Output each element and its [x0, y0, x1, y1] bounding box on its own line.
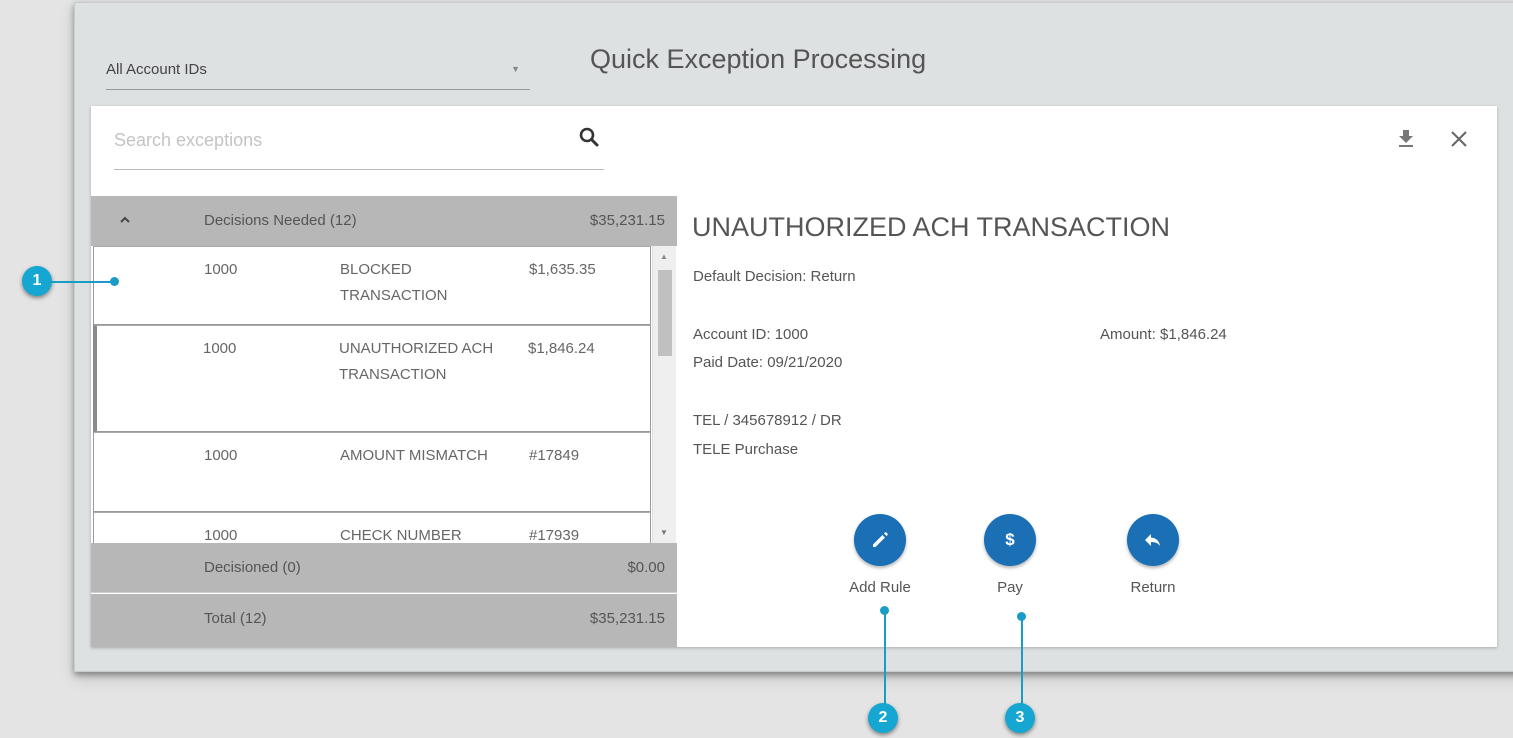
callout-1-line: [50, 281, 114, 283]
list-scrollbar[interactable]: ▲ ▼: [652, 246, 676, 543]
caret-down-icon: ▼: [511, 64, 520, 74]
return-label: Return: [1130, 579, 1176, 596]
reply-icon[interactable]: [1127, 514, 1179, 566]
row-value: #17849: [529, 447, 580, 464]
row-account: 1000: [203, 340, 237, 357]
description-line-1: TEL / 345678912 / DR: [693, 412, 842, 429]
search-icon[interactable]: [578, 126, 600, 153]
account-id-select[interactable]: All Account IDs ▼: [106, 40, 530, 90]
group-decisioned[interactable]: Decisioned (0) $0.00: [91, 543, 677, 593]
group-label: Decisions Needed (12): [204, 212, 357, 229]
row-account: 1000: [204, 261, 238, 278]
group-total: Total (12) $35,231.15: [91, 594, 677, 647]
description-line-2: TELE Purchase: [693, 441, 799, 458]
amount: Amount: $1,846.24: [1100, 326, 1227, 343]
row-type: CHECK NUMBER: [340, 527, 462, 543]
pay-button[interactable]: $ Pay: [970, 514, 1050, 596]
group-amount: $0.00: [627, 559, 665, 576]
download-icon[interactable]: [1397, 129, 1415, 154]
row-type: BLOCKED TRANSACTION: [340, 261, 448, 304]
row-value: $1,635.35: [529, 261, 596, 278]
pay-label: Pay: [997, 579, 1023, 596]
list-item[interactable]: 1000 CHECK NUMBER #17939: [93, 512, 651, 543]
group-label: Total (12): [204, 610, 267, 627]
search-field[interactable]: Search exceptions: [114, 116, 604, 170]
callout-1-dot: [110, 277, 119, 286]
page-title: Quick Exception Processing: [590, 44, 927, 74]
add-rule-label: Add Rule: [849, 579, 911, 596]
group-amount: $35,231.15: [589, 610, 665, 627]
list-item-selected[interactable]: 1000 UNAUTHORIZED ACH TRANSACTION $1,846…: [93, 325, 651, 432]
return-button[interactable]: Return: [1108, 514, 1198, 596]
scroll-down-icon[interactable]: ▼: [660, 528, 668, 537]
callout-2-line: [884, 610, 886, 706]
row-account: 1000: [204, 447, 238, 464]
default-decision: Default Decision: Return: [693, 268, 856, 285]
row-type: AMOUNT MISMATCH: [340, 447, 488, 464]
chevron-up-icon[interactable]: [119, 212, 131, 229]
exception-list: 1000 BLOCKED TRANSACTION $1,635.35 1000 …: [91, 246, 651, 543]
pencil-icon[interactable]: [854, 514, 906, 566]
close-icon[interactable]: [1450, 130, 1468, 153]
row-value: #17939: [529, 527, 580, 543]
scroll-up-icon[interactable]: ▲: [660, 252, 668, 261]
callout-3-line: [1021, 616, 1023, 706]
account-select-value: All Account IDs: [106, 61, 207, 78]
row-type: UNAUTHORIZED ACH TRANSACTION: [339, 340, 494, 383]
group-label: Decisioned (0): [204, 559, 301, 576]
group-decisions-needed[interactable]: Decisions Needed (12) $35,231.15: [91, 196, 677, 246]
detail-title: UNAUTHORIZED ACH TRANSACTION: [692, 212, 1171, 242]
search-input[interactable]: Search exceptions: [114, 130, 262, 151]
add-rule-button[interactable]: Add Rule: [830, 514, 930, 596]
account-id: Account ID: 1000: [693, 326, 809, 343]
list-item[interactable]: 1000 AMOUNT MISMATCH #17849: [93, 432, 651, 512]
dollar-icon[interactable]: $: [984, 514, 1036, 566]
group-amount: $35,231.15: [589, 212, 665, 229]
row-value: $1,846.24: [528, 340, 595, 357]
callout-1: 1: [22, 266, 52, 296]
row-account: 1000: [204, 527, 238, 543]
callout-2: 2: [868, 703, 898, 733]
callout-3: 3: [1005, 703, 1035, 733]
scroll-thumb[interactable]: [658, 270, 672, 356]
paid-date: Paid Date: 09/21/2020: [693, 354, 843, 371]
list-item[interactable]: 1000 BLOCKED TRANSACTION $1,635.35: [93, 246, 651, 325]
